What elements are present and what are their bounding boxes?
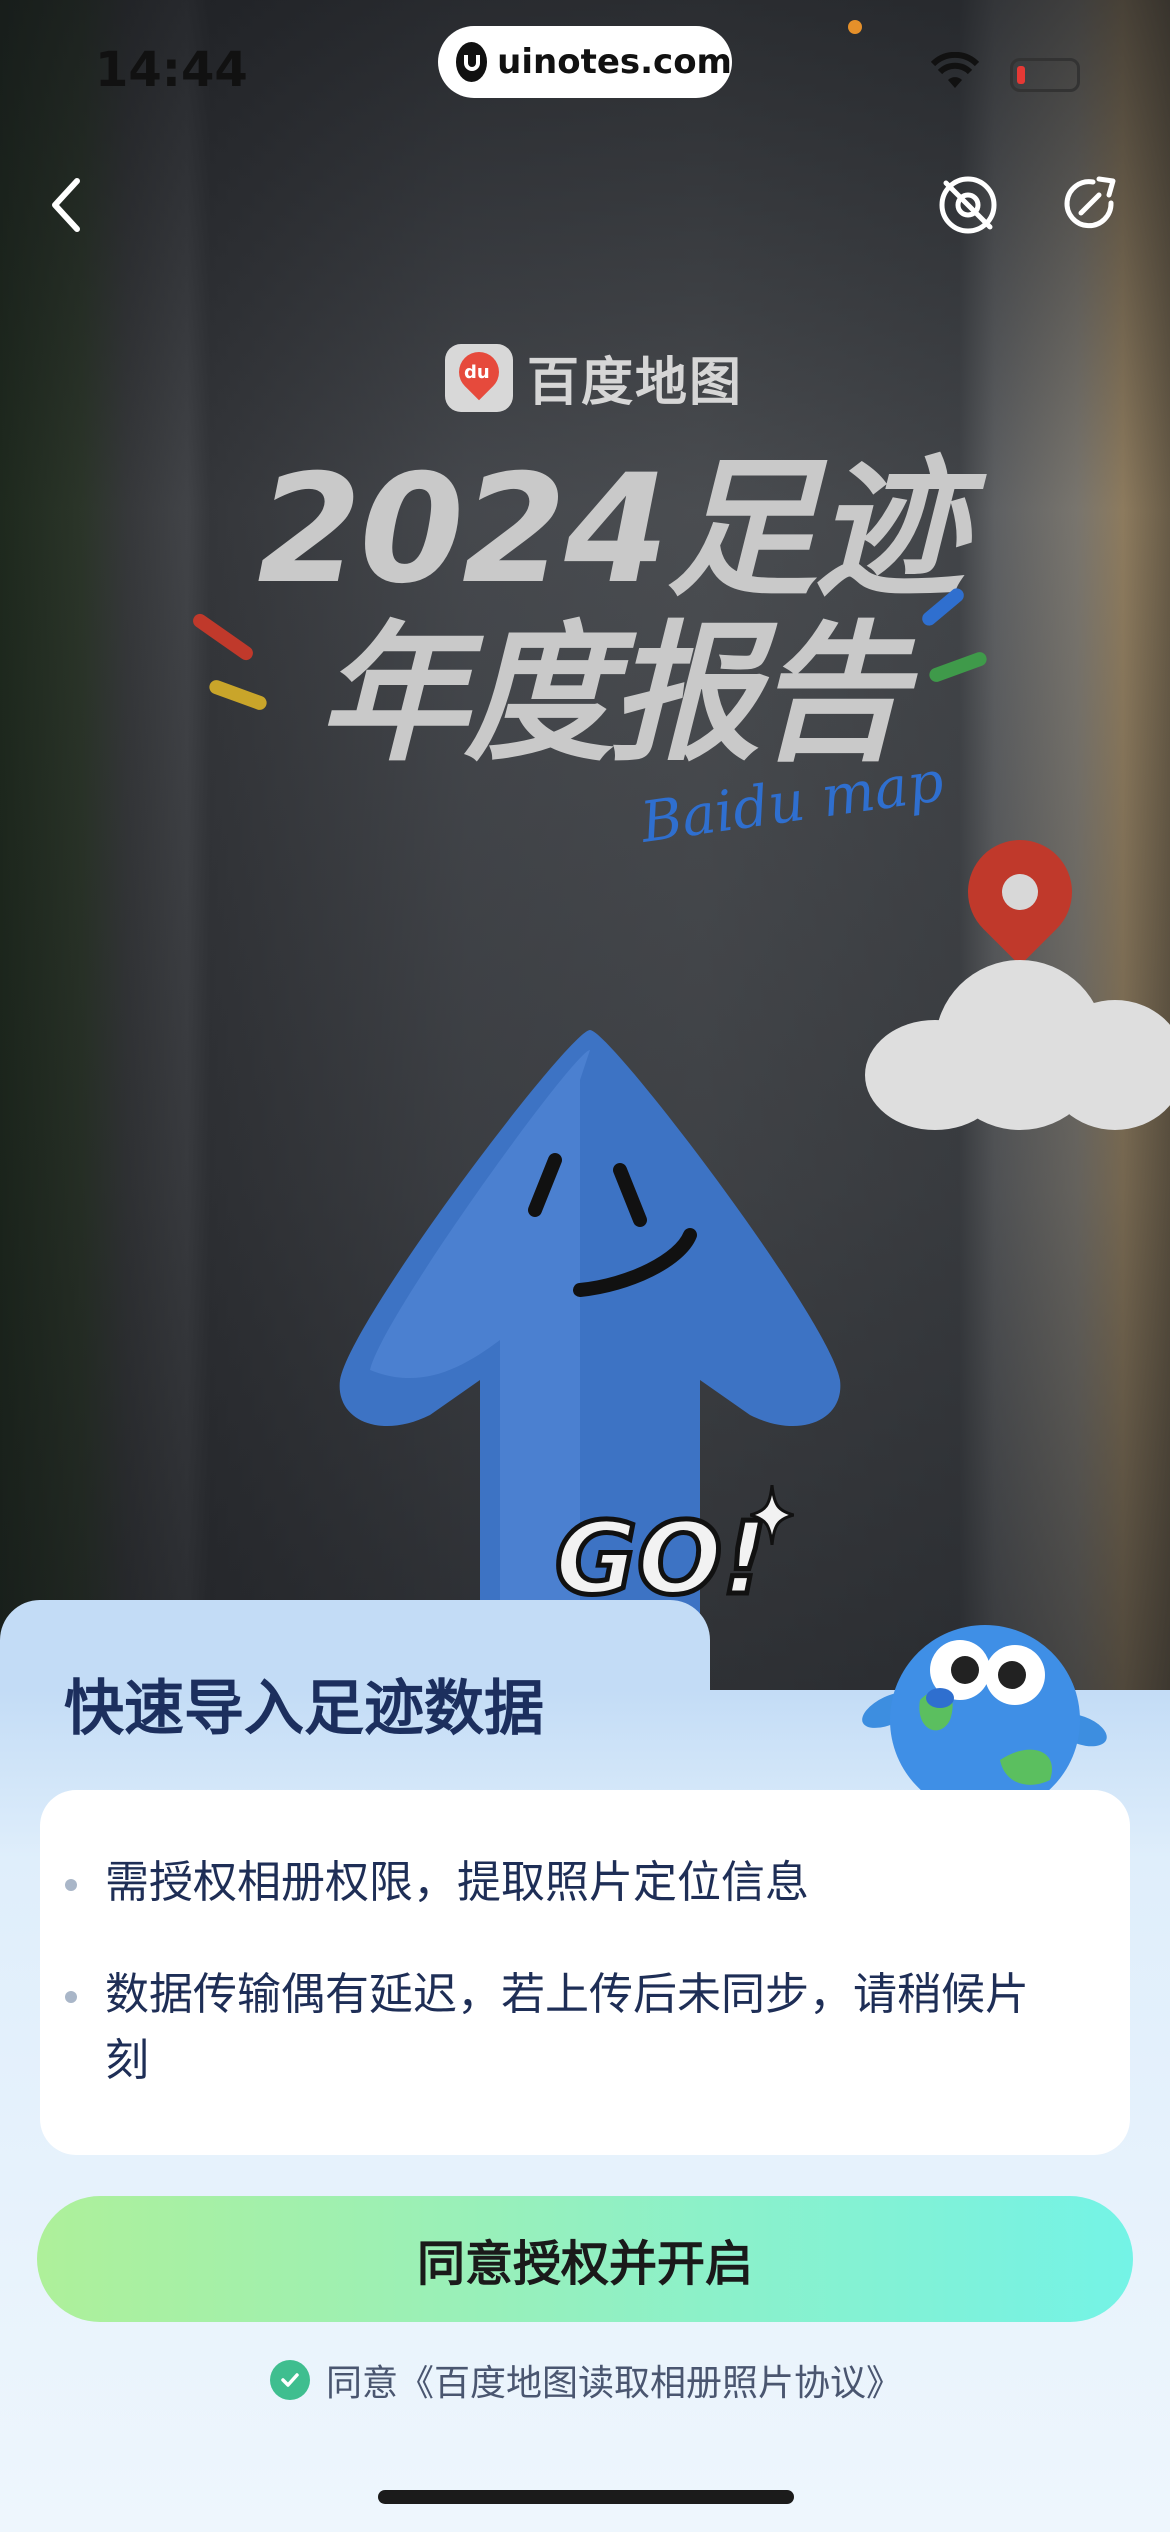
share-icon	[1064, 176, 1116, 229]
checkmark-icon	[281, 2373, 299, 2387]
agreement-text[interactable]: 同意《百度地图读取相册照片协议》	[326, 2354, 902, 2406]
battery-icon	[1010, 58, 1080, 92]
privacy-indicator-dot	[848, 20, 862, 34]
sheet-title: 快速导入足迹数据	[64, 1674, 544, 1744]
back-button[interactable]	[32, 170, 102, 240]
report-title: 2024足迹 年度报告	[230, 450, 990, 780]
report-title-line1: 2024足迹	[257, 443, 964, 617]
no-location-icon	[939, 176, 997, 234]
info-bullet-1: 需授权相册权限，提取照片定位信息	[65, 1850, 1065, 1916]
brand-name: 百度地图	[527, 353, 744, 413]
baidu-pin-icon: du	[445, 343, 513, 412]
status-bar: 14:44 uinotes.com	[0, 0, 1170, 150]
chevron-left-icon	[52, 178, 80, 232]
agreement-row[interactable]: 同意《百度地图读取相册照片协议》	[270, 2354, 902, 2406]
watermark-badge: uinotes.com	[438, 26, 732, 98]
status-time: 14:44	[95, 42, 248, 98]
hide-location-button[interactable]	[933, 170, 1003, 240]
watermark-logo-icon	[456, 42, 488, 82]
baidu-map-logo: du 百度地图	[445, 340, 743, 415]
cloud-decoration	[865, 960, 1170, 1130]
authorize-button[interactable]: 同意授权并开启	[37, 2196, 1133, 2322]
info-bullet-2: 数据传输偶有延迟，若上传后未同步，请稍候片刻	[65, 1962, 1065, 2094]
globe-mascot	[862, 1625, 1107, 1790]
agreement-checkbox[interactable]	[270, 2360, 310, 2400]
sparkle-icon	[750, 1485, 794, 1545]
wifi-icon	[930, 52, 980, 88]
watermark-text: uinotes.com	[497, 42, 732, 82]
report-title-line2: 年度报告	[317, 608, 906, 782]
share-button[interactable]	[1056, 170, 1126, 240]
home-indicator[interactable]	[378, 2490, 794, 2504]
